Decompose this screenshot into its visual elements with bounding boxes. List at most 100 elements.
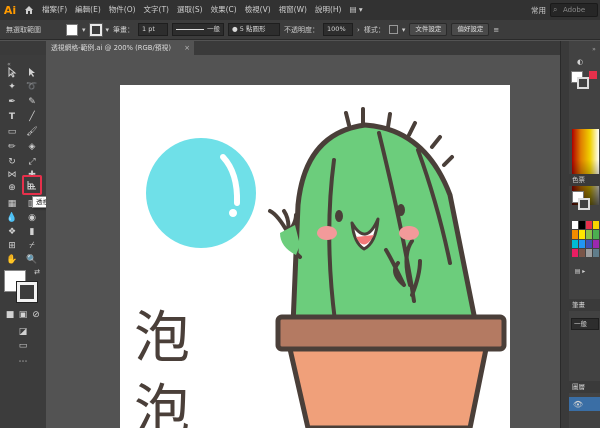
collapse-panels-icon[interactable]: » bbox=[587, 42, 600, 56]
menu-select[interactable]: 選取(S) bbox=[173, 0, 207, 20]
document-setup-button[interactable]: 文件設定 bbox=[409, 23, 448, 36]
lasso-icon[interactable]: ➰ bbox=[25, 80, 39, 94]
blend-tool-icon[interactable]: ◉ bbox=[25, 211, 39, 225]
none-swatch-icon[interactable] bbox=[589, 71, 597, 79]
pen-tool-icon[interactable]: ✒ bbox=[5, 95, 19, 109]
swatch-yellow[interactable] bbox=[593, 221, 599, 230]
color-mode-icon[interactable]: ■ bbox=[3, 308, 17, 322]
color-panel-icon[interactable]: ◐ bbox=[573, 55, 587, 69]
width-tool-icon[interactable]: ⋈ bbox=[5, 168, 19, 182]
blend-mode-dropdown[interactable]: 一般 bbox=[571, 318, 599, 330]
swatch-pink[interactable] bbox=[572, 248, 578, 257]
more-tools-icon[interactable]: ⋯ bbox=[16, 355, 30, 369]
stroke-swatch[interactable] bbox=[88, 22, 103, 37]
fill-swatch[interactable] bbox=[66, 23, 78, 36]
artboard-tool-icon[interactable]: ⊞ bbox=[5, 239, 19, 253]
canvas-area[interactable]: 泡 泡 bbox=[46, 55, 560, 428]
swatch-grid[interactable] bbox=[572, 221, 599, 257]
preferences-button[interactable]: 偏好設定 bbox=[451, 23, 490, 36]
visibility-eye-icon[interactable]: 👁 bbox=[571, 397, 585, 411]
curvature-tool-icon[interactable]: ✎ bbox=[25, 95, 39, 109]
swatch-options-icon[interactable]: ▤ ▸ bbox=[573, 264, 587, 278]
document-tab[interactable]: 透視網格-範例.ai @ 200% (RGB/預視) × bbox=[46, 41, 194, 55]
chevron-down-icon[interactable]: ▾ bbox=[402, 26, 406, 34]
style-swatch[interactable] bbox=[388, 25, 398, 34]
chevron-down-icon[interactable]: ▾ bbox=[106, 26, 110, 34]
menu-type[interactable]: 文字(T) bbox=[140, 0, 173, 20]
menu-edit[interactable]: 編輯(E) bbox=[71, 0, 105, 20]
pencil-tool-icon[interactable]: ✏ bbox=[5, 140, 19, 154]
swatch-red[interactable] bbox=[586, 221, 592, 230]
swatch-orange[interactable] bbox=[572, 230, 578, 239]
eyedropper-tool-icon[interactable]: 💧 bbox=[5, 211, 19, 225]
swatch-slate[interactable] bbox=[593, 248, 599, 257]
opacity-field[interactable]: 100% bbox=[323, 23, 354, 36]
mesh-tool-icon[interactable]: ▦ bbox=[5, 197, 19, 211]
menu-file[interactable]: 檔案(F) bbox=[38, 0, 71, 20]
workspace-switcher-icon[interactable]: ▤ ▾ bbox=[345, 0, 366, 20]
rectangle-tool-icon[interactable]: ▭ bbox=[5, 125, 19, 139]
swatch-cyan[interactable] bbox=[572, 239, 578, 248]
paintbrush-tool-icon[interactable]: 🖌 bbox=[25, 125, 39, 139]
eraser-tool-icon[interactable]: ◈ bbox=[25, 140, 39, 154]
search-input[interactable]: Adobe bbox=[550, 3, 598, 17]
style-label: 樣式： bbox=[363, 25, 385, 34]
vertical-text-1[interactable]: 泡 bbox=[134, 306, 190, 371]
screen-mode-icon[interactable]: ▭ bbox=[16, 339, 30, 353]
vertical-text-2[interactable]: 泡 bbox=[134, 379, 190, 428]
brush-dropdown[interactable]: ● 5 點圓形 bbox=[228, 23, 281, 36]
line-style-dropdown[interactable]: 一般 bbox=[172, 23, 225, 36]
type-tool-icon[interactable]: T bbox=[5, 110, 19, 124]
direct-selection-tool-icon[interactable] bbox=[25, 65, 39, 79]
flower-pot[interactable] bbox=[275, 314, 507, 428]
swatch-gray[interactable] bbox=[586, 248, 592, 257]
perspective-grid-tool-icon[interactable] bbox=[25, 178, 39, 192]
menu-object[interactable]: 物件(O) bbox=[105, 0, 140, 20]
free-transform-icon[interactable]: ⊕ bbox=[5, 181, 19, 195]
cactus[interactable] bbox=[268, 107, 479, 328]
hand-tool-icon[interactable]: ✋ bbox=[5, 253, 19, 267]
home-icon[interactable] bbox=[20, 0, 38, 20]
symbol-sprayer-icon[interactable]: ❖ bbox=[5, 225, 19, 239]
slice-tool-icon[interactable]: ⌿ bbox=[25, 239, 39, 253]
rotate-tool-icon[interactable]: ↻ bbox=[5, 155, 19, 169]
menu-help[interactable]: 說明(H) bbox=[311, 0, 346, 20]
swatches-panel-header[interactable]: 色票 bbox=[569, 174, 600, 186]
stroke-weight-field[interactable]: 1 pt bbox=[138, 23, 169, 36]
chevron-down-icon[interactable]: ▾ bbox=[82, 26, 86, 34]
artboard[interactable]: 泡 泡 bbox=[120, 85, 510, 428]
scale-tool-icon[interactable]: ⤢ bbox=[25, 155, 39, 169]
magic-wand-icon[interactable]: ✦ bbox=[5, 80, 19, 94]
menu-view[interactable]: 檢視(V) bbox=[241, 0, 275, 20]
stroke-color-box[interactable] bbox=[16, 281, 38, 303]
swatch-dark-green[interactable] bbox=[593, 230, 599, 239]
close-icon[interactable]: × bbox=[184, 41, 190, 55]
swatch-blue[interactable] bbox=[579, 239, 585, 248]
menu-window[interactable]: 視窗(W) bbox=[275, 0, 311, 20]
swatch-indigo[interactable] bbox=[586, 239, 592, 248]
cactus-illustration[interactable]: 泡 泡 bbox=[120, 85, 510, 428]
column-graph-icon[interactable]: ▮ bbox=[25, 225, 39, 239]
stroke-panel-header[interactable]: 筆畫 bbox=[569, 299, 600, 311]
panel-menu-icon[interactable]: ≡ bbox=[493, 26, 499, 34]
swatch-green[interactable] bbox=[586, 230, 592, 239]
workspace-selector[interactable]: 常用 bbox=[531, 5, 550, 16]
swatch-purple[interactable] bbox=[593, 239, 599, 248]
menu-effect[interactable]: 效果(C) bbox=[207, 0, 241, 20]
layers-panel-header[interactable]: 圖層 bbox=[569, 381, 600, 393]
illustrator-window: Ai 檔案(F) 編輯(E) 物件(O) 文字(T) 選取(S) 效果(C) 檢… bbox=[0, 0, 600, 428]
swatch-stroke-preview[interactable] bbox=[578, 198, 590, 210]
gradient-mode-icon[interactable]: ▣ bbox=[16, 308, 30, 322]
bubble[interactable] bbox=[146, 138, 256, 248]
selection-tool-icon[interactable] bbox=[5, 65, 19, 79]
swatch-lemon[interactable] bbox=[579, 230, 585, 239]
swatch-black[interactable] bbox=[579, 221, 585, 230]
swatch-white[interactable] bbox=[572, 221, 578, 230]
none-mode-icon[interactable]: ⊘ bbox=[29, 308, 43, 322]
swap-colors-icon[interactable]: ⇄ bbox=[30, 265, 44, 279]
chevron-right-icon[interactable]: › bbox=[357, 26, 360, 34]
panel-stroke-swatch[interactable] bbox=[577, 77, 589, 89]
draw-mode-icon[interactable]: ◪ bbox=[16, 325, 30, 339]
line-tool-icon[interactable]: ╱ bbox=[25, 110, 39, 124]
swatch-brown[interactable] bbox=[579, 248, 585, 257]
